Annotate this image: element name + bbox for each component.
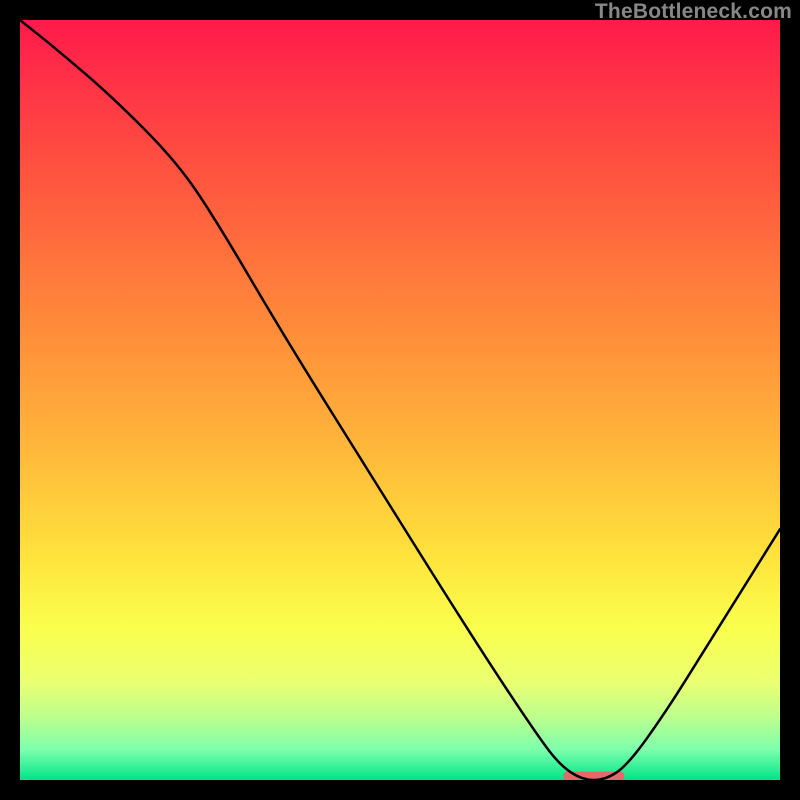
watermark-text: TheBottleneck.com [595, 0, 792, 24]
chart-svg [20, 20, 780, 780]
chart-plot-area [20, 20, 780, 780]
gradient-background [20, 20, 780, 780]
chart-frame: TheBottleneck.com [0, 0, 800, 800]
